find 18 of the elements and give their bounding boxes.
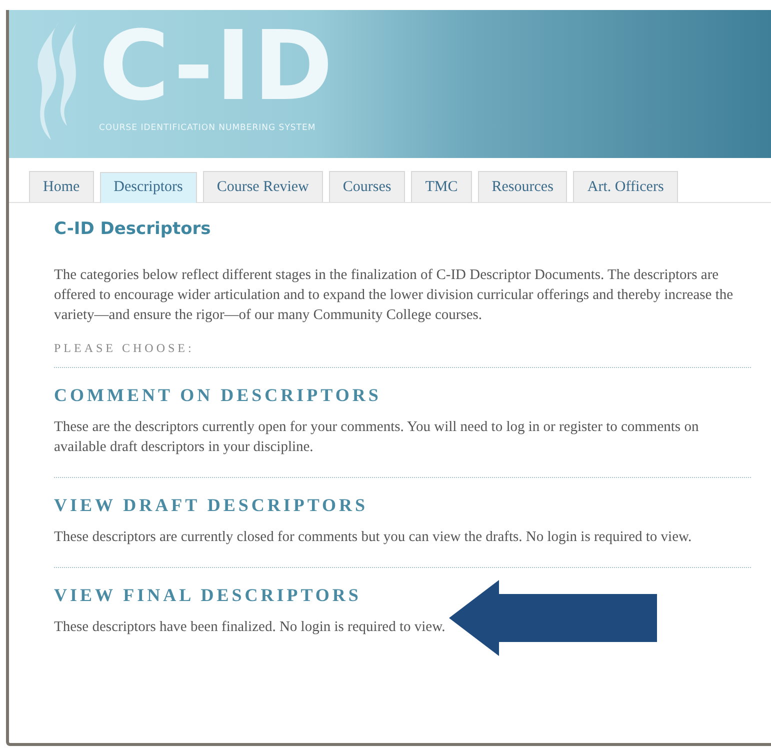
nav-tab[interactable]: Art. Officers [573, 171, 678, 202]
logo-text: C-ID [99, 16, 335, 116]
nav-tab[interactable]: Courses [328, 171, 406, 202]
page-title: C-ID Descriptors [54, 218, 212, 241]
nav-tab[interactable]: TMC [411, 171, 472, 202]
section-heading-link[interactable]: COMMENT ON DESCRIPTORS [54, 382, 751, 408]
nav-tab[interactable]: Descriptors [100, 172, 197, 203]
choose-prompt: PLEASE CHOOSE: [54, 338, 751, 368]
section-heading-link[interactable]: VIEW FINAL DESCRIPTORS [54, 582, 751, 608]
section-description: These descriptors have been finalized. No login is required to view. [54, 618, 446, 636]
nav-tab[interactable]: Home [29, 171, 94, 202]
nav-tab[interactable]: Course Review [202, 171, 323, 202]
section-description: These descriptors are currently closed for comments but you can view the drafts. No login is required to view. [54, 528, 693, 546]
intro-paragraph: The categories below reflect different stages in the finalization of C-ID Descriptor Documents. The descriptors are offered to encourage wider articulation and to expand the lower division curricular offerings and thereby increase the variety—and ensure the rigor—of our many Community College courses. [54, 266, 734, 324]
tagline: COURSE IDENTIFICATION NUMBERING SYSTEM [99, 122, 317, 135]
nav-tab[interactable]: Resources [478, 171, 568, 202]
section-heading-link[interactable]: VIEW DRAFT DESCRIPTORS [54, 492, 751, 518]
section-description: These are the descriptors currently open for your comments. You will need to log in or register to comments on available draft descriptors in your discipline. [54, 418, 700, 456]
